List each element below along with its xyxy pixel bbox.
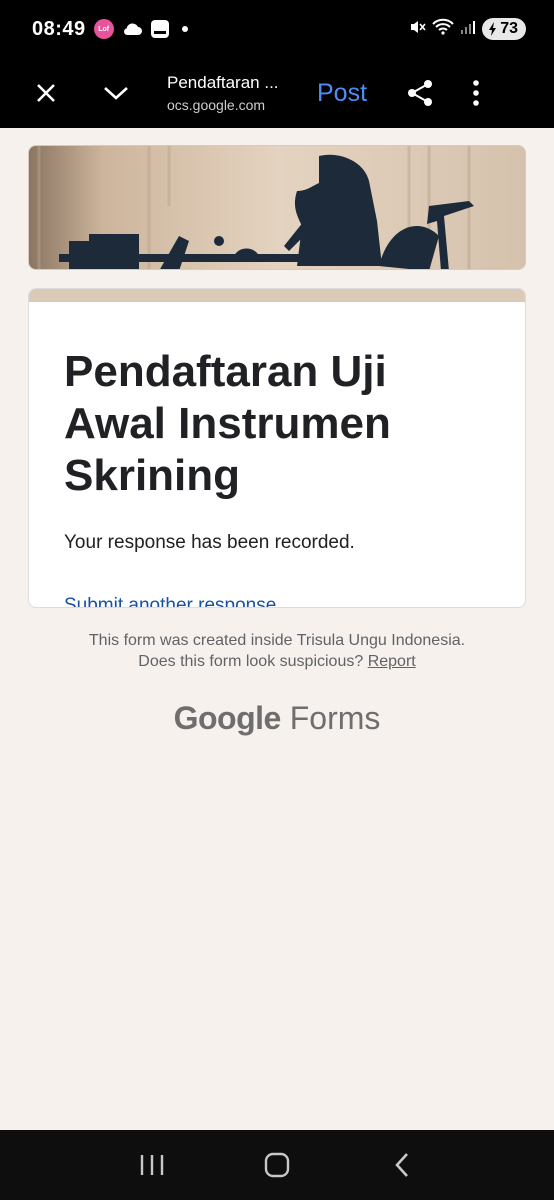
google-forms-logo[interactable]: Google Forms (0, 700, 554, 737)
page-url: ocs.google.com (167, 97, 266, 113)
system-icons: 73 (408, 18, 526, 41)
confirmation-card: Pendaftaran Uji Awal Instrumen Skrining … (28, 288, 526, 608)
suspicious-question: Does this form look suspicious? (138, 653, 364, 670)
card-accent-bar (29, 289, 525, 302)
notification-icons: Lof (93, 19, 188, 39)
created-inside-text: This form was created inside Trisula Ung… (88, 632, 466, 649)
back-button[interactable] (377, 1140, 427, 1190)
mute-icon (408, 18, 426, 41)
close-icon (37, 84, 55, 102)
post-button[interactable]: Post (317, 79, 367, 108)
page-info: Pendaftaran ... ocs.google.com (167, 73, 297, 113)
charging-icon (489, 22, 497, 36)
share-icon (408, 80, 433, 106)
forms-wordmark: Forms (289, 700, 381, 736)
share-button[interactable] (397, 70, 443, 116)
report-link[interactable]: Report (368, 653, 416, 670)
page-title: Pendaftaran ... (167, 73, 279, 92)
form-title: Pendaftaran Uji Awal Instrumen Skrining (64, 347, 391, 500)
more-notifications-icon (181, 26, 188, 32)
collapse-button[interactable] (93, 70, 139, 116)
form-footer-note: This form was created inside Trisula Ung… (0, 630, 554, 672)
home-button[interactable] (252, 1140, 302, 1190)
gallery-icon (150, 19, 170, 39)
battery-indicator: 73 (482, 18, 526, 40)
cloud-icon (122, 22, 142, 36)
more-vert-icon (473, 80, 479, 106)
more-options-button[interactable] (453, 70, 499, 116)
home-icon (264, 1152, 290, 1178)
back-icon (394, 1153, 408, 1177)
system-nav-bar (0, 1130, 554, 1200)
wifi-icon (432, 18, 454, 41)
recents-icon (141, 1155, 164, 1175)
silhouette-writer-illustration (29, 146, 525, 269)
status-bar: 08:49 Lof 73 (0, 0, 554, 58)
close-button[interactable] (23, 70, 69, 116)
submit-another-response-link[interactable]: Submit another response (64, 595, 276, 607)
suspicious-line: Does this form look suspicious? Report (0, 651, 554, 672)
form-header-image (28, 145, 526, 270)
app-notification-icon: Lof (93, 19, 114, 39)
browser-toolbar: Pendaftaran ... ocs.google.com Post (0, 58, 554, 128)
signal-icon (460, 19, 476, 40)
confirmation-message: Your response has been recorded. (64, 532, 355, 553)
battery-level: 73 (500, 20, 518, 37)
google-wordmark: Google (173, 700, 282, 736)
recents-button[interactable] (127, 1140, 177, 1190)
status-time: 08:49 (32, 17, 86, 40)
chevron-down-icon (104, 87, 128, 100)
